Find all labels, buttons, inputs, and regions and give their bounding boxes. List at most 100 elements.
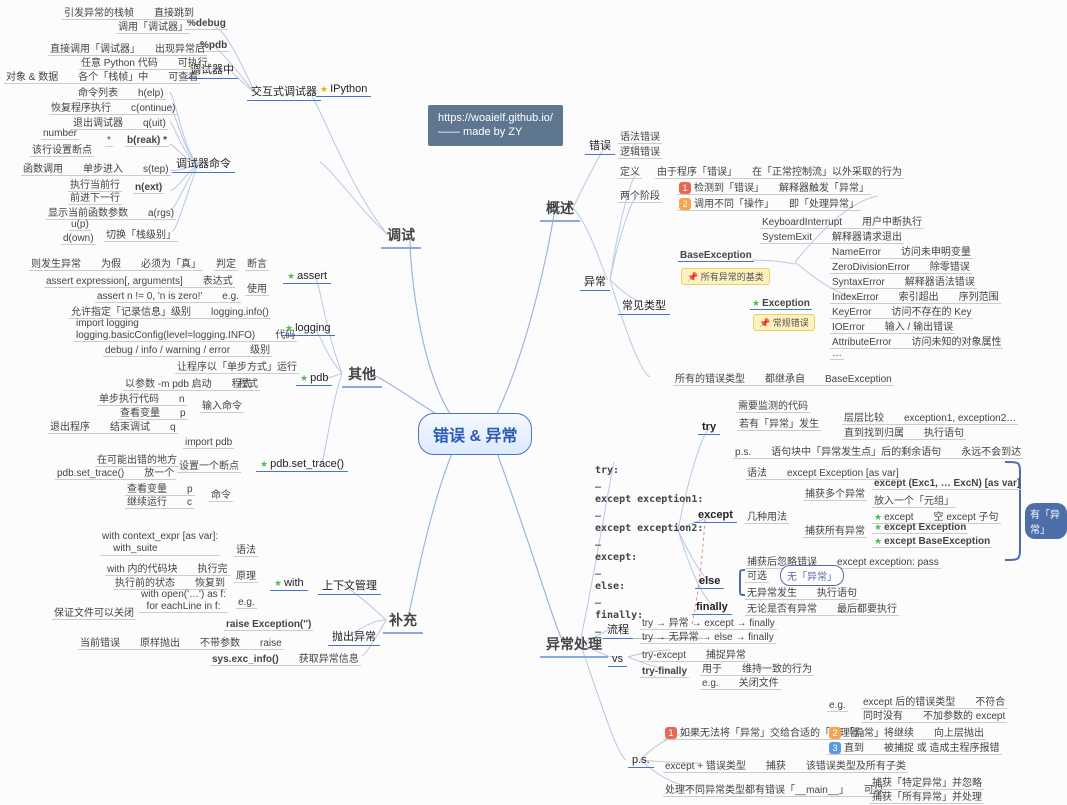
ctx-mgr: 上下文管理 — [318, 576, 381, 595]
err-node: 错误 — [585, 136, 615, 155]
ipython: ★IPython — [316, 82, 371, 97]
ex-node: 异常 — [580, 272, 610, 291]
ex-t7: KeyError 访问不存在的 Key — [830, 303, 973, 319]
cmd-quit: 退出调试器 q(uit) — [71, 114, 168, 130]
watermark: https://woaielf.github.io/ —— made by ZY — [428, 105, 563, 146]
with-node: ★with — [270, 576, 308, 591]
cmd-next-b: 前进下一行 — [68, 189, 122, 205]
ps3b: 捕获「所有异常」并处理 — [870, 788, 984, 804]
ex-multi: 捕获多个异常 — [803, 485, 867, 501]
assert-fail: 则发生异常 为假 必须为「真」 — [29, 255, 203, 271]
pdb-q: 退出程序 结束调试 q — [48, 418, 178, 434]
pdb-settrace: ★pdb.set_trace() — [256, 457, 348, 472]
err-b: 逻辑错误 — [618, 143, 662, 159]
branch-debug: 调试 — [381, 223, 421, 249]
ex-t3: NameError 访问未申明变量 — [830, 243, 973, 259]
ex-t8: IOError 输入 / 输出错误 — [830, 318, 955, 334]
ex-all: 捕获所有异常 — [803, 522, 867, 538]
assert-expr: assert expression[, arguments] 表达式 — [44, 272, 235, 288]
try-c: p.s. 语句块中「异常发生点」后的剩余语句 永远不会到达 — [733, 443, 1023, 459]
pdb-cmds: 输入命令 — [200, 397, 244, 413]
with-c2: 保证文件可以关闭 — [52, 604, 136, 620]
throw-s: sys.exc_info() 获取异常信息 — [210, 650, 361, 666]
star-icon: ★ — [752, 298, 760, 308]
pct-debug-info2: 调用「调试器」 — [116, 18, 190, 34]
ex-phase: 两个阶段 — [618, 187, 662, 203]
flow-node: 流程 — [603, 620, 633, 639]
ps-node: p.s. — [628, 753, 654, 768]
star-icon: ★ — [320, 84, 328, 94]
ps3: 处理不同异常类型都有错误「__main__」 可以 — [663, 781, 886, 797]
ex-t4: ZeroDivisionError 除零错误 — [830, 258, 972, 274]
ex-a3: ★except BaseException — [872, 536, 992, 548]
with-b2: 执行前的状态 恢复到 — [113, 574, 227, 590]
else-label: 无「异常」 — [780, 565, 844, 586]
root-node: 错误 & 异常 — [418, 413, 532, 455]
star-icon: ★ — [874, 536, 882, 546]
else-node: else — [695, 574, 724, 589]
assert-judge: 判定 — [214, 255, 238, 271]
pst-b: 设置一个断点 — [177, 457, 241, 473]
try-code: try: … except exception1: … except excep… — [595, 464, 703, 639]
ps2: except + 错误类型 捕获 该错误类型及所有子类 — [663, 757, 908, 773]
pst-c2: 继续运行 c — [125, 493, 194, 509]
cmd-break: b(reak) * — [125, 135, 169, 147]
ex-p2: 2调用不同「操作」 即「处理异常」 — [677, 195, 861, 211]
log-b: import logginglogging.basicConfig(level=… — [74, 318, 297, 342]
star-icon: ★ — [874, 512, 882, 522]
try-a: 需要监测的代码 — [736, 397, 810, 413]
branch-overview: 概述 — [540, 196, 580, 222]
cmd-up: u(p) — [69, 219, 91, 231]
else-a: 可选 — [745, 567, 769, 583]
ps1a2: 同时没有 不加参数的 except — [861, 707, 1007, 723]
except-node: except — [694, 508, 737, 523]
star-icon: ★ — [260, 459, 268, 469]
with-c: e.g. — [236, 597, 257, 609]
cmd-cont: 恢复程序执行 c(ontinue) — [49, 99, 177, 115]
bracket-have-exc: 有「异常」 — [1025, 503, 1067, 539]
err-a: 语法错误 — [618, 128, 662, 144]
pdb-b: 以参数 -m pdb 启动 程式 — [123, 375, 254, 391]
star-icon: ★ — [287, 271, 295, 281]
log-a: 允许指定「记录信息」级别 logging.info() — [69, 303, 271, 319]
with-a: with context_expr [as var]: with_suite — [100, 531, 220, 556]
try-node: try — [698, 420, 720, 435]
ex-use: 几种用法 — [745, 508, 789, 524]
flow2: try → 无异常 → else → finally — [640, 628, 776, 644]
cmd-stacksw: 切换「栈级别」 — [104, 226, 178, 242]
base-exception: BaseException — [678, 250, 754, 262]
ex-t9: AttributeError 访问未知的对象属性 — [830, 333, 1003, 349]
with-c1: with open('…') as f: for eachLine in f: — [139, 589, 228, 613]
ps1a: e.g. — [827, 700, 848, 712]
ex-m2: 放入一个「元组」 — [872, 492, 956, 508]
log-c: debug / info / warning / error 级别 — [103, 341, 272, 357]
ps1b: 2「异常」将继续 向上层抛出 — [827, 724, 986, 740]
exception-node: ★Exception — [750, 298, 812, 310]
throw-r2: 当前错误 原样抛出 不带参数 raise — [78, 634, 284, 650]
finally-node: finally — [692, 600, 732, 615]
with-b-head: 原理 — [234, 567, 258, 583]
ex-a2: ★except Exception — [872, 522, 968, 534]
cmd-step: 函数调用 单步进入 s(tep) — [21, 160, 171, 176]
star-icon: ★ — [300, 373, 308, 383]
interactive-dbg: 交互式调试器 — [247, 82, 321, 101]
pst-a: import pdb — [183, 437, 234, 449]
ex-t5: SyntaxError 解释器语法错误 — [830, 273, 977, 289]
try-b2: 直到找到归属 执行语句 — [842, 424, 966, 440]
cmd-help: 命令列表 h(elp) — [76, 84, 166, 100]
ex-def-t: 由于程序「错误」 在「正常控制流」以外采取的行为 — [655, 163, 904, 179]
assert-use: 使用 — [245, 280, 269, 296]
ex-t1: KeyboardInterrupt 用户中断执行 — [760, 213, 924, 229]
assert-node: ★assert — [283, 269, 331, 284]
ex-def: 定义 — [618, 163, 642, 179]
cmd-args: 显示当前函数参数 a(rgs) — [46, 204, 176, 220]
pst-b2: pdb.set_trace() 放一个 — [55, 464, 176, 480]
assert-danyan: 断言 — [245, 255, 269, 271]
else-b: 无异常发生 执行语句 — [745, 584, 859, 600]
throw-ex: 抛出异常 — [328, 627, 380, 646]
pdb-a: 让程序以「单步方式」运行 — [175, 358, 299, 374]
star-icon: ★ — [274, 578, 282, 588]
vs-tf: try-finally — [640, 666, 689, 678]
ps1c: 3直到 被捕捉 或 造成主程序报错 — [827, 739, 1002, 755]
dbg-cmds: 调试器命令 — [172, 154, 235, 173]
